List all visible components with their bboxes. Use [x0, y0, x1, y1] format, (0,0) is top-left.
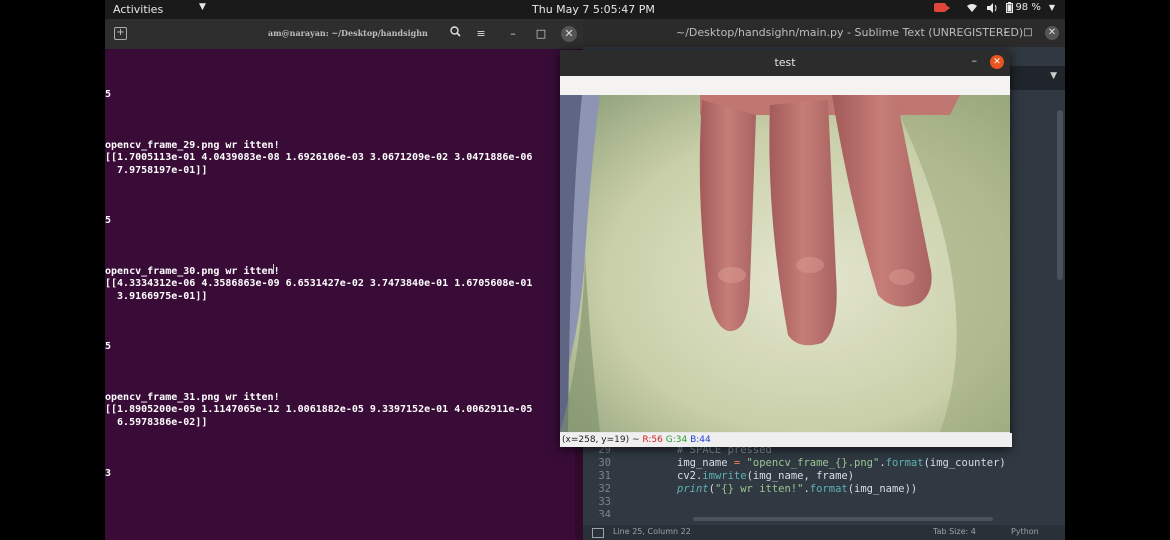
volume-icon — [987, 2, 997, 13]
minimize-button[interactable]: – — [997, 24, 1015, 42]
search-icon[interactable] — [445, 24, 465, 44]
opencv-test-window: test – ✕ (x=258, y=19) ~ R:56 G:34 B:44 — [560, 50, 1012, 447]
status-bar: Line 25, Column 22 Tab Size: 4 Python — [583, 525, 1065, 540]
clock[interactable]: Thu May 7 5:05:47 PM — [532, 3, 655, 16]
hand-image — [560, 95, 1010, 432]
terminal-line: 5 — [105, 89, 112, 100]
desktop-screen: Activities ▼ Thu May 7 5:05:47 PM 98 % ▼… — [105, 0, 1065, 540]
terminal-line: opencv_frame_29.png wr itten! — [105, 140, 280, 151]
code-token: (img_counter) — [923, 457, 1006, 469]
sublime-titlebar: ~/Desktop/handsighn/main.py - Sublime Te… — [583, 19, 1065, 47]
text-cursor-icon — [273, 264, 274, 274]
hamburger-menu-icon[interactable]: ≡ — [471, 24, 491, 44]
battery-icon — [1006, 2, 1014, 13]
terminal-line: 3 — [105, 468, 112, 479]
line-number: 30 — [598, 457, 611, 469]
activities-button[interactable]: Activities — [113, 3, 163, 16]
code-line: print("{} wr itten!".format(img_name)) — [677, 483, 917, 495]
maximize-button[interactable]: □ — [531, 24, 551, 44]
pixel-red-value: R:56 — [642, 435, 663, 445]
system-menu-arrow-icon[interactable]: ▼ — [1049, 3, 1055, 12]
terminal-output[interactable]: 5 opencv_frame_29.png wr itten! [[1.7005… — [105, 49, 575, 540]
line-number: 31 — [598, 470, 611, 482]
terminal-line: [[1.8905200e-09 1.1147065e-12 1.0061882e… — [105, 404, 533, 415]
test-titlebar: test – ✕ — [560, 50, 1010, 76]
horizontal-scrollbar[interactable] — [693, 517, 993, 521]
terminal-line: [[1.7005113e-01 4.0439083e-08 1.6926106e… — [105, 152, 533, 163]
code-token: "opencv_frame_{}.png" — [740, 457, 880, 469]
pixel-coords: (x=258, y=19) ~ — [562, 435, 643, 445]
sublime-title: ~/Desktop/handsighn/main.py - Sublime Te… — [676, 26, 1024, 39]
top-bar: Activities ▼ Thu May 7 5:05:47 PM 98 % ▼ — [105, 0, 1065, 19]
close-button[interactable]: ✕ — [990, 55, 1004, 69]
pixel-info-status: (x=258, y=19) ~ R:56 G:34 B:44 — [560, 433, 1012, 447]
new-tab-icon[interactable]: + — [114, 27, 127, 40]
vertical-scrollbar[interactable] — [1057, 110, 1063, 280]
tab-size-selector[interactable]: Tab Size: 4 — [933, 527, 976, 536]
code-line: cv2.imwrite(img_name, frame) — [677, 470, 854, 482]
app-menu-arrow-icon[interactable]: ▼ — [199, 2, 206, 12]
maximize-button[interactable]: □ — [1019, 24, 1037, 42]
pixel-green-value: G:34 — [665, 435, 688, 445]
terminal-line: 6.5978386e-02]] — [105, 417, 208, 428]
code-token: format — [809, 483, 848, 495]
syntax-selector[interactable]: Python — [1011, 527, 1039, 536]
terminal-line: 5 — [105, 215, 112, 226]
pixel-blue-value: B:44 — [690, 435, 711, 445]
code-token: imwrite — [702, 470, 747, 482]
close-button[interactable]: ✕ — [561, 26, 577, 42]
test-title: test — [774, 56, 796, 69]
code-token: img_name — [677, 457, 734, 469]
wifi-icon — [967, 3, 978, 12]
line-number: 34 — [598, 509, 611, 517]
tab-list-arrow-icon[interactable]: ▼ — [1050, 71, 1057, 81]
code-token: (img_name, frame) — [746, 470, 855, 482]
minimize-button[interactable]: – — [972, 54, 978, 67]
terminal-line: opencv_frame_31.png wr itten! — [105, 392, 280, 403]
minimize-button[interactable]: – — [503, 24, 523, 44]
code-token: format — [885, 457, 924, 469]
close-button[interactable]: ✕ — [1045, 26, 1059, 40]
terminal-line: 5 — [105, 341, 112, 352]
cursor-position: Line 25, Column 22 — [613, 527, 691, 536]
battery-percent: 98 % — [1015, 2, 1041, 13]
screen-recording-icon[interactable] — [934, 3, 951, 12]
terminal-line: 7.9758197e-01]] — [105, 165, 208, 176]
terminal-titlebar: + am@narayan: ~/Desktop/handsighn ≡ – □ … — [105, 19, 583, 49]
battery-indicator: 98 % — [1006, 2, 1041, 13]
line-number: 33 — [598, 496, 611, 508]
terminal-title: am@narayan: ~/Desktop/handsighn — [268, 28, 428, 38]
panel-toggle-icon[interactable] — [592, 528, 604, 538]
line-number: 32 — [598, 483, 611, 495]
camera-frame-image[interactable] — [560, 95, 1010, 432]
code-token: (img_name)) — [847, 483, 918, 495]
terminal-line: 3.9166975e-01]] — [105, 291, 208, 302]
code-line: img_name = "opencv_frame_{}.png".format(… — [677, 457, 1006, 469]
system-tray[interactable]: 98 % ▼ — [934, 2, 1055, 13]
opencv-toolbar — [560, 76, 1010, 96]
terminal-line: opencv_frame_30.png wr itten! — [105, 266, 280, 277]
code-token: cv2. — [677, 470, 703, 482]
code-token: print — [677, 483, 709, 495]
terminal-line: [[4.3334312e-06 4.3586863e-09 6.6531427e… — [105, 278, 533, 289]
terminal-window: + am@narayan: ~/Desktop/handsighn ≡ – □ … — [105, 19, 583, 540]
code-token: "{} wr itten!" — [714, 483, 804, 495]
